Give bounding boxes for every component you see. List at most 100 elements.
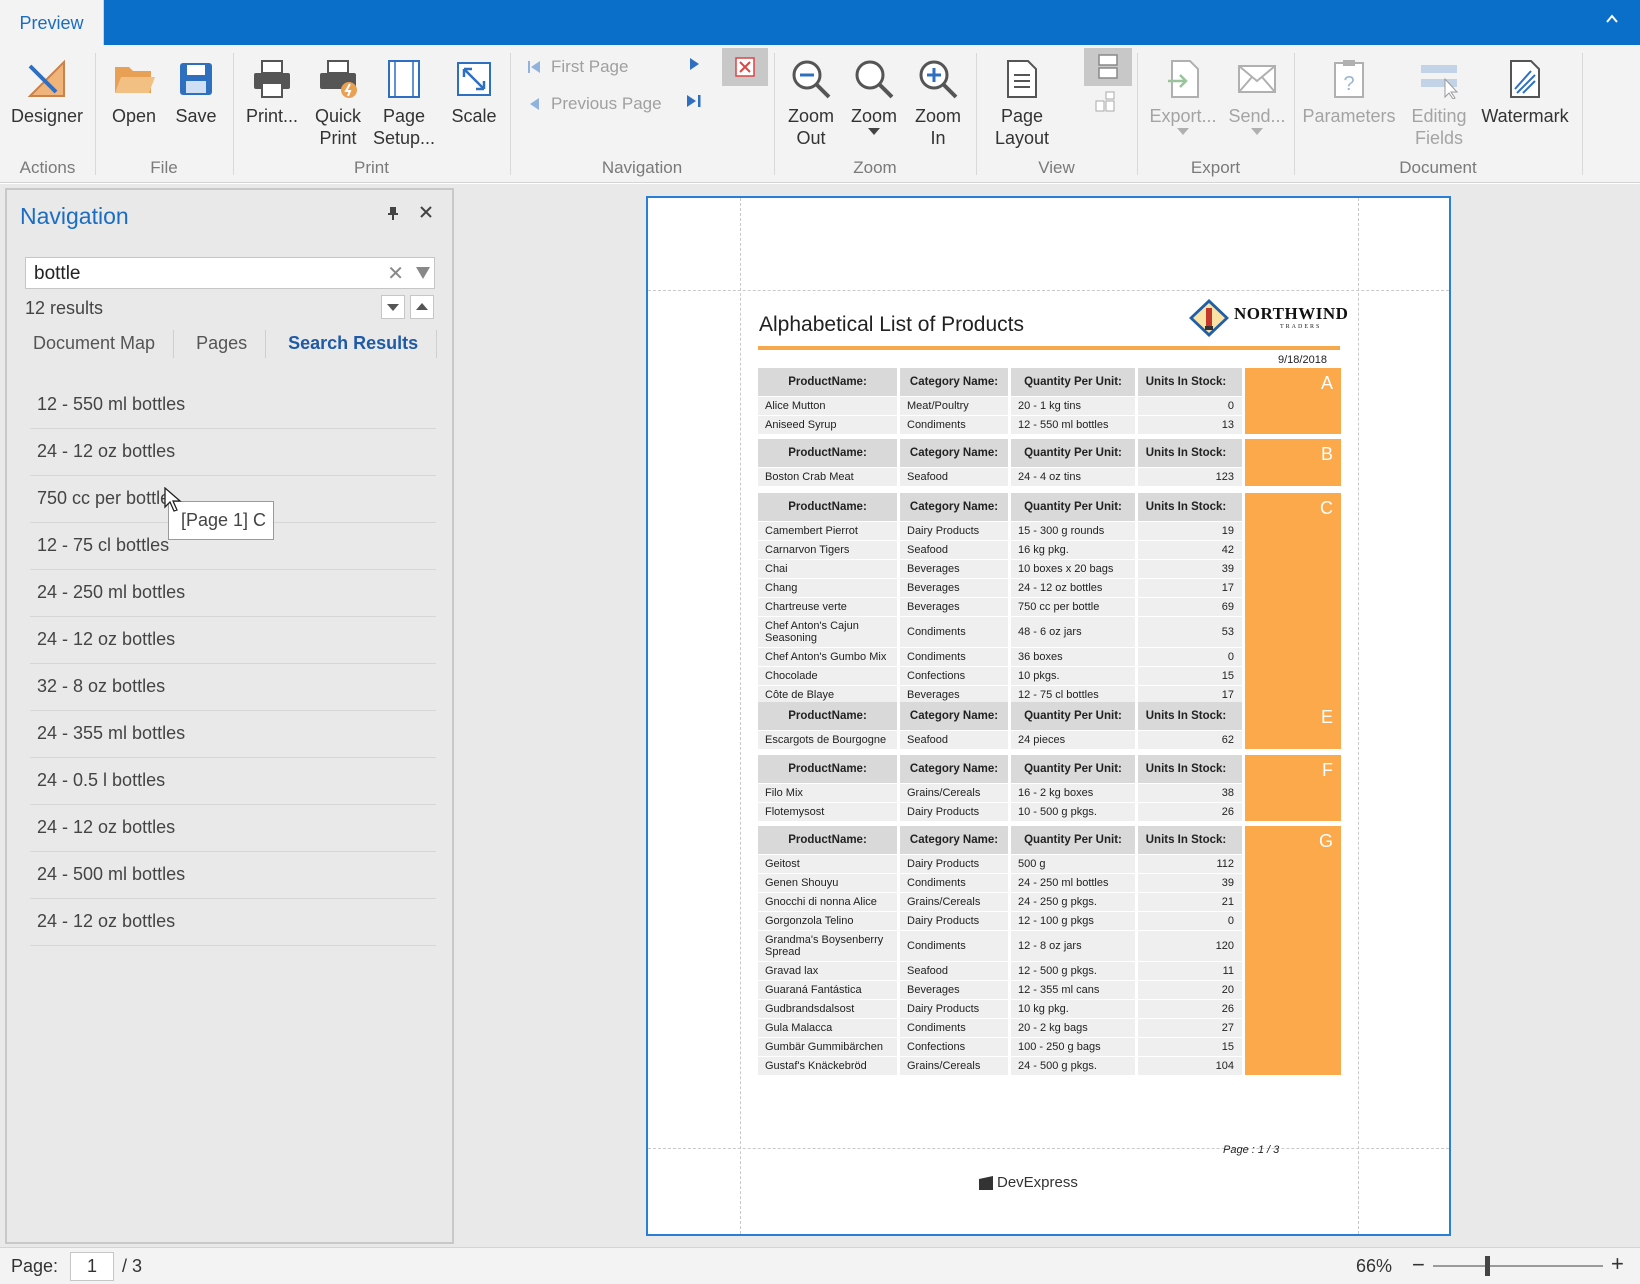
table-cell: 12 - 500 g pkgs. (1011, 961, 1135, 980)
next-page-button[interactable] (688, 57, 702, 71)
table-cell: 48 - 6 oz jars (1011, 616, 1135, 647)
export-button[interactable]: Export... (1146, 53, 1220, 135)
table-cell: 27 (1138, 1018, 1242, 1037)
quick-print-button[interactable]: Quick Print (310, 53, 366, 149)
previous-result-button[interactable] (410, 295, 434, 319)
print-button[interactable]: Print... (242, 53, 302, 127)
zoom-out-small-icon[interactable]: − (1412, 1252, 1425, 1278)
column-header: Category Name: (900, 755, 1008, 783)
open-label: Open (111, 106, 157, 126)
zoom-button[interactable]: Zoom (846, 53, 902, 135)
search-result-item[interactable]: 24 - 12 oz bottles (30, 617, 436, 664)
table-cell: Dairy Products (900, 999, 1008, 1018)
search-result-item[interactable]: 12 - 550 ml bottles (30, 382, 436, 429)
watermark-button[interactable]: Watermark (1480, 53, 1570, 127)
tab-document-map[interactable]: Document Map (25, 330, 175, 358)
tab-preview[interactable]: Preview (0, 0, 104, 46)
table-cell: 15 (1138, 1037, 1242, 1056)
zoom-slider[interactable] (1433, 1265, 1603, 1267)
previous-page-button[interactable]: Previous Page (527, 94, 662, 114)
parameters-button[interactable]: ? Parameters (1302, 53, 1396, 127)
column-header: Units In Stock: (1138, 439, 1242, 467)
save-button[interactable]: Save (170, 53, 222, 127)
close-panel-icon[interactable] (419, 202, 433, 225)
table-cell: 21 (1138, 892, 1242, 911)
envelope-icon (1233, 53, 1281, 105)
search-result-item[interactable]: 24 - 250 ml bottles (30, 570, 436, 617)
page-layout-button[interactable]: Page Layout (986, 53, 1058, 149)
table-cell: Gudbrandsdalsost (758, 999, 897, 1018)
group-print-label: Print (354, 158, 389, 177)
parameters-label: Parameters (1302, 106, 1396, 126)
continuous-view-button[interactable] (1084, 48, 1132, 86)
table-cell: Gorgonzola Telino (758, 911, 897, 930)
last-page-button[interactable] (686, 94, 702, 108)
export-dropdown-icon (1177, 128, 1189, 135)
search-result-item[interactable]: 24 - 500 ml bottles (30, 852, 436, 899)
product-group: ProductName: Category Name: Quantity Per U… (758, 493, 1341, 704)
open-button[interactable]: Open (106, 53, 162, 127)
designer-button[interactable]: Designer (11, 53, 83, 127)
table-cell: Chocolade (758, 666, 897, 685)
send-button[interactable]: Send... (1224, 53, 1290, 135)
table-cell: 24 - 250 ml bottles (1011, 873, 1135, 892)
column-header: Units In Stock: (1138, 826, 1242, 854)
tab-pages[interactable]: Pages (188, 330, 267, 358)
zoom-slider-thumb[interactable] (1485, 1256, 1490, 1276)
send-dropdown-icon (1251, 128, 1263, 135)
status-bar: Page: 1 / 3 66% − + (0, 1247, 1640, 1284)
first-page-label: First Page (551, 57, 629, 76)
table-cell: 24 - 12 oz bottles (1011, 578, 1135, 597)
table-cell: Gula Malacca (758, 1018, 897, 1037)
page-setup-button[interactable]: Page Setup... (373, 53, 435, 149)
search-result-item[interactable]: 32 - 8 oz bottles (30, 664, 436, 711)
table-cell: 15 (1138, 666, 1242, 685)
zoom-in-small-icon[interactable]: + (1611, 1251, 1624, 1277)
column-header: Category Name: (900, 439, 1008, 467)
table-cell: Alice Mutton (758, 396, 897, 415)
margin-guide (648, 1148, 1449, 1149)
table-cell: Chai (758, 559, 897, 578)
devexpress-text: DevExpress (997, 1174, 1078, 1191)
page-setup-label-1: Page (382, 106, 426, 126)
tab-search-results[interactable]: Search Results (280, 330, 438, 358)
table-cell: Beverages (900, 578, 1008, 597)
search-options-dropdown-icon[interactable] (416, 267, 430, 279)
first-page-button[interactable]: First Page (527, 57, 628, 77)
devexpress-logo: DevExpress (978, 1174, 1078, 1191)
zoom-out-button[interactable]: Zoom Out (783, 53, 839, 149)
facing-view-button[interactable] (1094, 91, 1118, 115)
column-header: Units In Stock: (1138, 493, 1242, 521)
table-cell: Gravad lax (758, 961, 897, 980)
zoom-out-label-1: Zoom (787, 106, 834, 126)
scale-button[interactable]: Scale (446, 53, 502, 127)
group-letter-band: G (1245, 826, 1341, 1075)
clear-search-icon[interactable]: ✕ (387, 261, 404, 286)
table-cell: Gustaf's Knäckebröd (758, 1056, 897, 1075)
table-cell: Boston Crab Meat (758, 467, 897, 486)
product-group: ProductName: Category Name: Quantity Per U… (758, 439, 1341, 486)
search-result-item[interactable]: 24 - 12 oz bottles (30, 429, 436, 476)
column-header: Quantity Per Unit: (1011, 493, 1135, 521)
zoom-in-button[interactable]: Zoom In (910, 53, 966, 149)
zoom-dropdown-icon (868, 128, 880, 135)
table-cell: Guaraná Fantástica (758, 980, 897, 999)
stop-button[interactable] (722, 48, 768, 86)
table-cell: Seafood (900, 467, 1008, 486)
search-result-item[interactable]: 24 - 0.5 l bottles (30, 758, 436, 805)
search-result-item[interactable]: 24 - 12 oz bottles (30, 899, 436, 946)
editing-fields-button[interactable]: Editing Fields (1404, 53, 1474, 149)
table-cell: Grandma's Boysenberry Spread (758, 930, 897, 961)
zoom-level: 66% (1356, 1256, 1393, 1276)
collapse-ribbon-icon[interactable] (1602, 11, 1622, 31)
next-result-button[interactable] (381, 295, 405, 319)
pin-icon[interactable] (387, 206, 399, 223)
search-result-item[interactable]: 24 - 12 oz bottles (30, 805, 436, 852)
search-input[interactable]: bottle ✕ (25, 257, 435, 289)
table-cell: Seafood (900, 730, 1008, 749)
zoom-in-icon (914, 53, 962, 105)
page-number-input[interactable]: 1 (70, 1252, 114, 1281)
search-result-item[interactable]: 24 - 355 ml bottles (30, 711, 436, 758)
product-group: ProductName: Category Name: Quantity Per U… (758, 826, 1341, 1075)
table-cell: 16 - 2 kg boxes (1011, 783, 1135, 802)
